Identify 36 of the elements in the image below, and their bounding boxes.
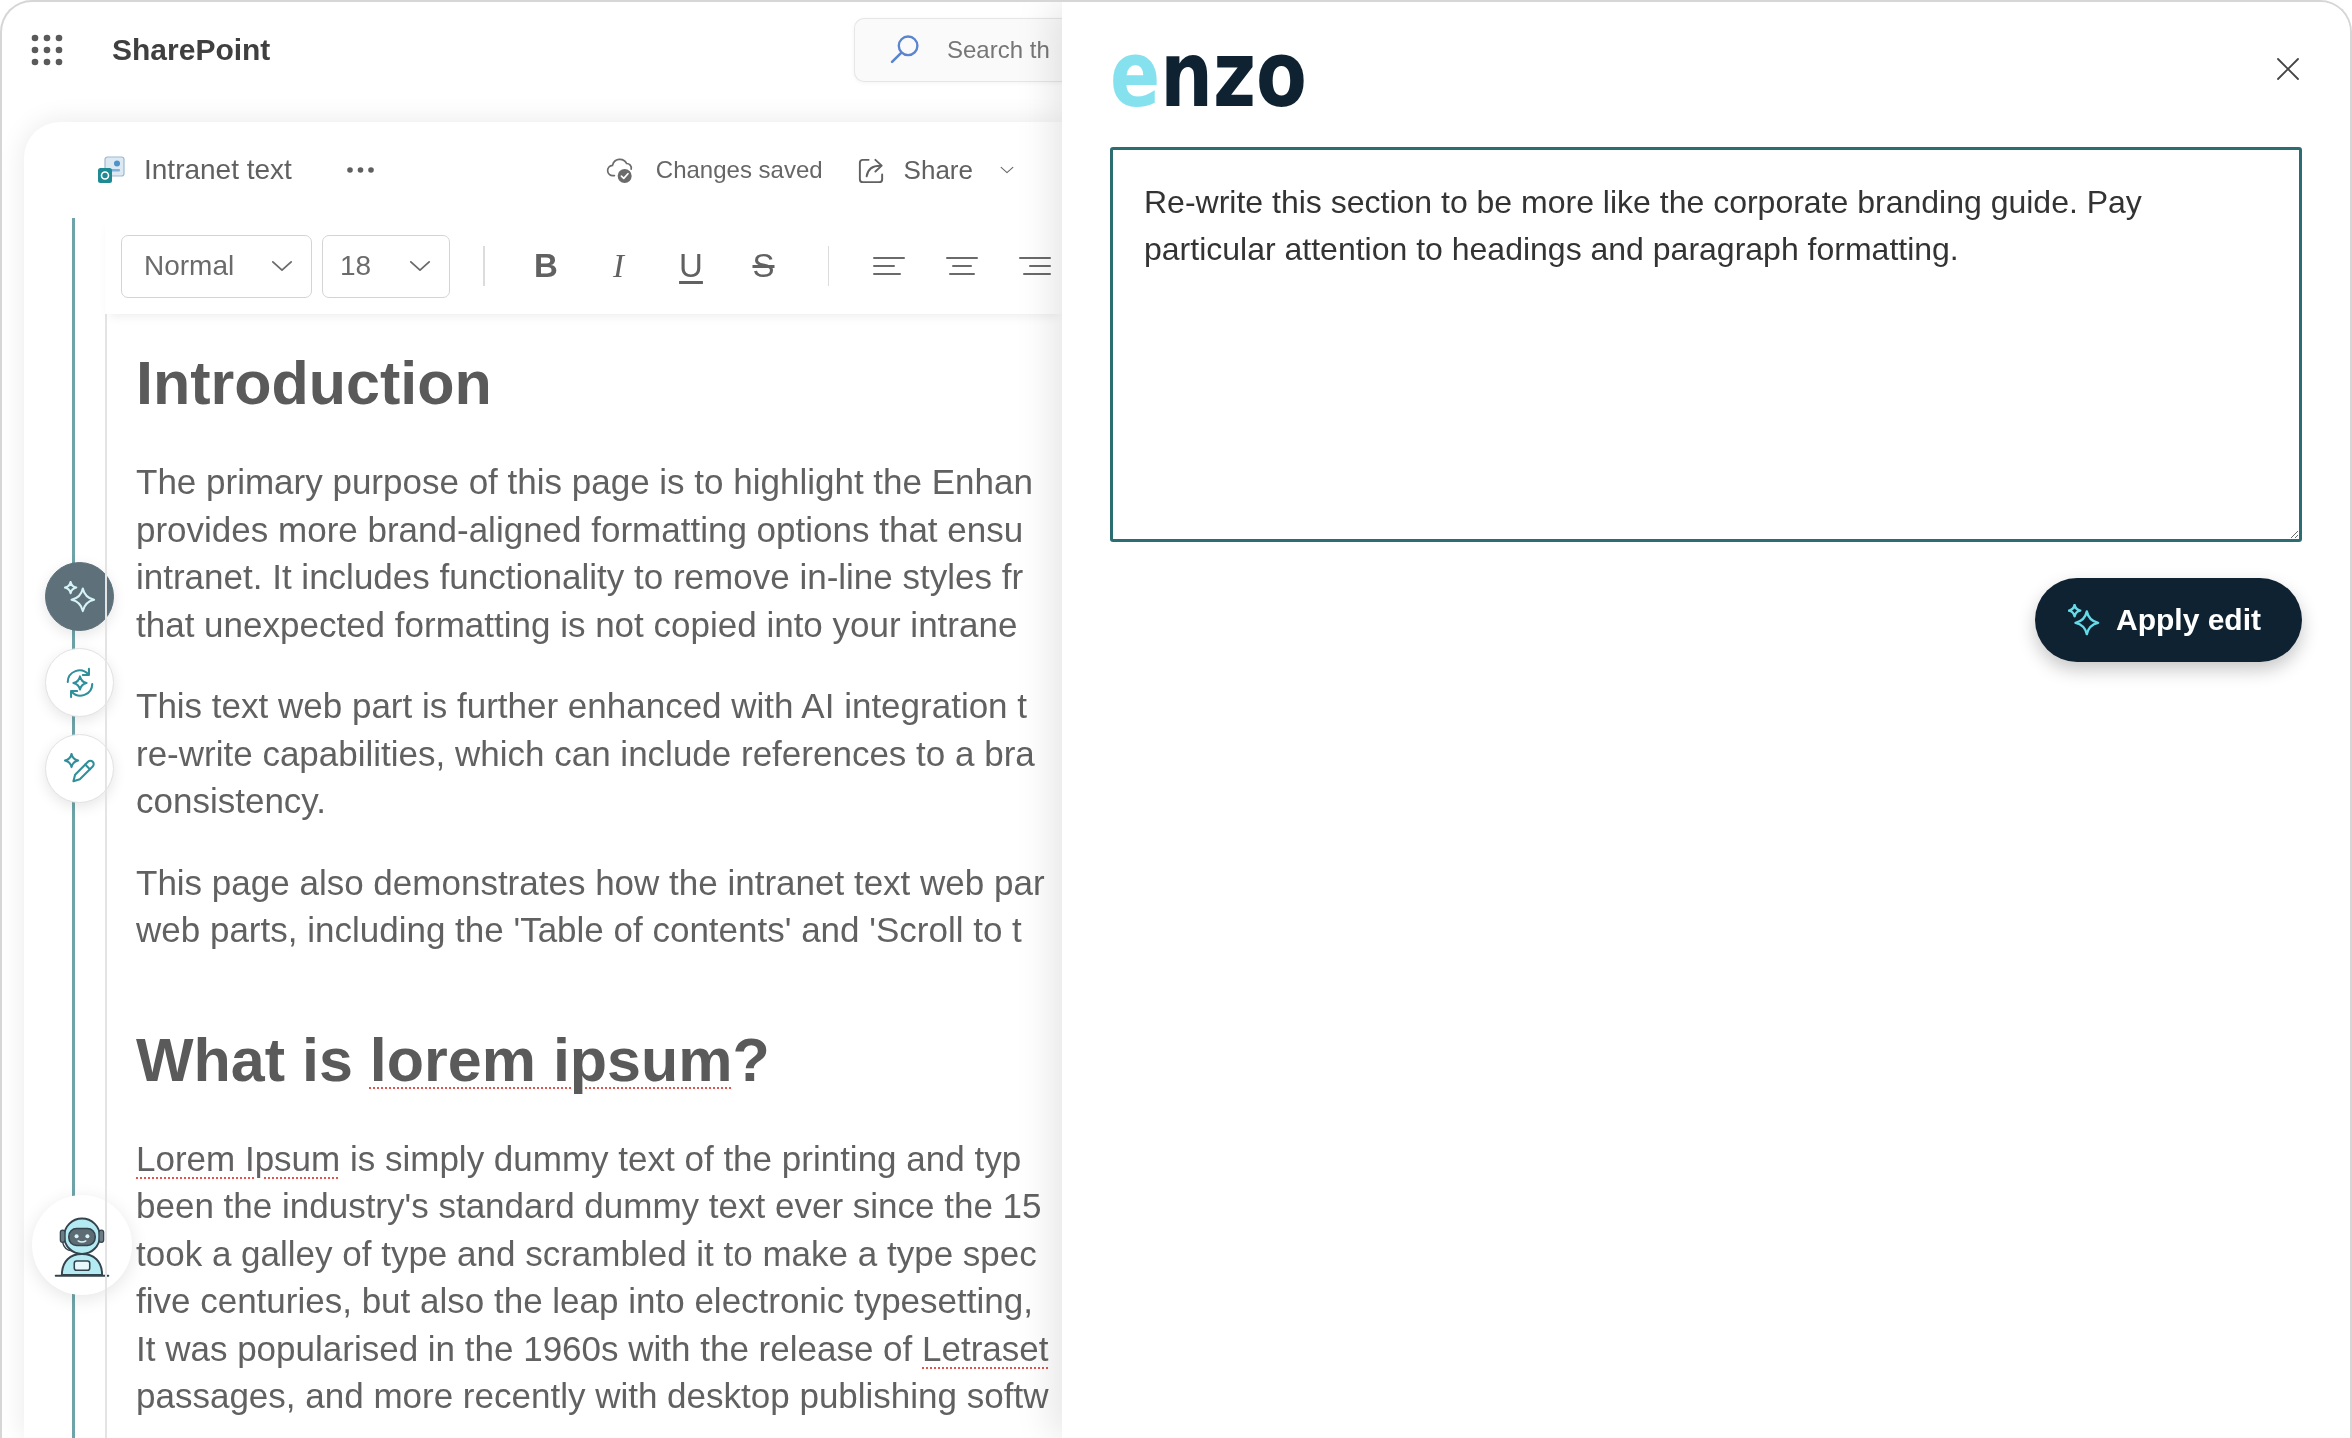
close-icon[interactable]: [2276, 57, 2300, 81]
apply-edit-button[interactable]: Apply edit: [2035, 578, 2302, 662]
text-style-dropdown[interactable]: Normal: [121, 234, 312, 298]
page-title: Intranet text: [144, 154, 292, 186]
heading: What is lorem ipsum?: [136, 1024, 771, 1096]
bold-button[interactable]: B: [522, 242, 570, 290]
sparkles-icon: [63, 580, 96, 613]
chevron-down-icon[interactable]: [1000, 166, 1014, 174]
app-name: SharePoint: [112, 33, 271, 67]
align-center-icon[interactable]: [945, 255, 979, 277]
sparkles-icon: [2068, 604, 2100, 636]
share-button[interactable]: Share: [855, 154, 973, 186]
font-size-dropdown[interactable]: 18: [322, 234, 450, 298]
paragraph: This text web part is further enhanced with AI integration t re-write capabilities, which can include references to a bra consistency.: [136, 685, 1036, 822]
heading: Introduction: [136, 348, 493, 419]
save-status: Changes saved: [655, 156, 823, 184]
paragraph: The primary purpose of this page is to highlight the Enhan provides more brand-aligned formatting options that ensu intranet. It includes functionality to remove in-line styles fr that unexpected formatting is not copied into your intrane: [136, 461, 1034, 646]
underline-button[interactable]: U: [667, 242, 715, 290]
italic-button[interactable]: I: [594, 242, 643, 290]
prompt-field[interactable]: Re-write this section to be more like the corporate branding guide. Pay particular attention to headings and paragraph formatting.: [1110, 147, 2302, 542]
brand-logo: enzo: [1110, 40, 1308, 109]
strikethrough-button[interactable]: S: [739, 242, 788, 290]
align-right-icon[interactable]: [1018, 255, 1052, 277]
more-icon[interactable]: [346, 167, 374, 173]
app-launcher-icon[interactable]: [31, 34, 63, 66]
search-bar[interactable]: Search th: [854, 18, 1062, 82]
cloud-check-icon: [605, 156, 634, 184]
page-icon: [96, 155, 126, 185]
paragraph: This page also demonstrates how the intranet text web par web parts, including the 'Table of contents' and 'Scroll to t: [136, 861, 1046, 951]
chevron-down-icon: [271, 260, 293, 272]
chevron-down-icon: [409, 260, 431, 272]
pencil-sparkle-icon: [63, 752, 96, 785]
search-input[interactable]: Search th: [947, 36, 1062, 64]
paragraph: Lorem Ipsum is simply dummy text of the printing and typ been the industry's standard dummy text ever since the 15 took a galley of type and scrambled it to make a type spec five centuries, but also the leap into electronic typesetting, It was popularised in the 1960s with the release of Letraset passages, and more recently with desktop publishing softw: [136, 1137, 1050, 1417]
search-icon: [890, 35, 920, 65]
align-left-icon[interactable]: [872, 255, 906, 277]
